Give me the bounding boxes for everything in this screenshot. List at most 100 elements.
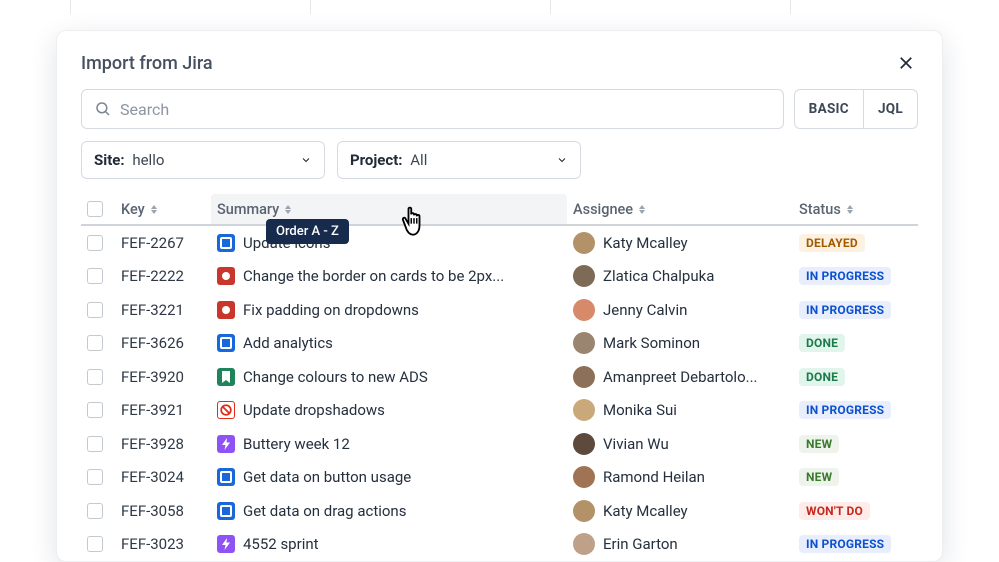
select-all-checkbox[interactable] — [87, 201, 103, 217]
site-value: hello — [132, 151, 164, 169]
avatar — [573, 332, 595, 354]
column-key[interactable]: Key — [115, 194, 211, 224]
avatar — [573, 533, 595, 555]
issue-key[interactable]: FEF-2222 — [115, 267, 211, 285]
assignee-name[interactable]: Monika Sui — [603, 401, 677, 419]
issue-summary[interactable]: Change the border on cards to be 2px... — [243, 267, 504, 285]
issue-type-icon — [217, 468, 235, 486]
avatar — [573, 466, 595, 488]
assignee-name[interactable]: Mark Sominon — [603, 334, 700, 352]
status-badge[interactable]: IN PROGRESS — [799, 267, 891, 285]
row-checkbox[interactable] — [87, 369, 103, 385]
search-icon — [94, 100, 112, 118]
column-status[interactable]: Status — [793, 194, 918, 224]
row-checkbox[interactable] — [87, 536, 103, 552]
avatar — [573, 299, 595, 321]
assignee-name[interactable]: Jenny Calvin — [603, 301, 687, 319]
search-input[interactable]: Search — [81, 89, 784, 129]
query-mode-toggle: BASIC JQL — [794, 89, 918, 129]
issue-key[interactable]: FEF-3626 — [115, 334, 211, 352]
status-badge[interactable]: NEW — [799, 435, 839, 453]
modal-title: Import from Jira — [81, 53, 213, 74]
table-row: FEF-2267Update iconsKaty McalleyDELAYED — [81, 226, 918, 260]
toggle-basic[interactable]: BASIC — [795, 90, 863, 128]
avatar — [573, 232, 595, 254]
sort-tooltip: Order A - Z — [266, 219, 349, 244]
table-row: FEF-3921 Update dropshadows Monika Sui IN P… — [81, 394, 918, 428]
table-header: Key Summary Assignee Status — [81, 194, 918, 226]
issue-type-icon — [217, 535, 235, 553]
column-checkbox[interactable] — [81, 194, 115, 224]
issue-summary[interactable]: Get data on drag actions — [243, 502, 406, 520]
row-checkbox[interactable] — [87, 402, 103, 418]
issue-key[interactable]: FEF-3921 — [115, 401, 211, 419]
issue-key[interactable]: FEF-3928 — [115, 435, 211, 453]
status-badge[interactable]: NEW — [799, 468, 839, 486]
issue-key[interactable]: FEF-3024 — [115, 468, 211, 486]
status-badge[interactable]: IN PROGRESS — [799, 401, 891, 419]
status-badge[interactable]: IN PROGRESS — [799, 535, 891, 553]
close-icon — [897, 54, 915, 72]
chevron-down-icon — [300, 154, 312, 166]
table-row: FEF-3928 Buttery week 12 Vivian Wu NEW — [81, 427, 918, 461]
issue-type-icon — [217, 435, 235, 453]
issue-key[interactable]: FEF-2267 — [115, 234, 211, 252]
status-badge[interactable]: DONE — [799, 334, 845, 352]
issue-key[interactable]: FEF-3023 — [115, 535, 211, 553]
table-row: FEF-3023 4552 sprint Erin Garton IN PROGRES… — [81, 528, 918, 562]
row-checkbox[interactable] — [87, 268, 103, 284]
issue-type-icon — [217, 301, 235, 319]
sort-icon — [151, 205, 157, 214]
assignee-name[interactable]: Vivian Wu — [603, 435, 669, 453]
issue-type-icon — [217, 267, 235, 285]
row-checkbox[interactable] — [87, 302, 103, 318]
row-checkbox[interactable] — [87, 235, 103, 251]
issue-key[interactable]: FEF-3920 — [115, 368, 211, 386]
issues-table: Key Summary Assignee Status FEF-2267 Upda… — [81, 193, 918, 561]
issue-type-icon — [217, 368, 235, 386]
issue-summary[interactable]: Fix padding on dropdowns — [243, 301, 419, 319]
assignee-name[interactable]: Katy Mcalley — [603, 234, 688, 252]
project-value: All — [410, 151, 427, 169]
close-button[interactable] — [894, 51, 918, 75]
assignee-name[interactable]: Katy Mcalley — [603, 502, 688, 520]
issue-key[interactable]: FEF-3058 — [115, 502, 211, 520]
row-checkbox[interactable] — [87, 436, 103, 452]
cursor-pointer-icon — [395, 198, 433, 242]
assignee-name[interactable]: Erin Garton — [603, 535, 678, 553]
import-modal: Import from Jira Search BASIC JQL Site: … — [56, 30, 943, 562]
table-row: FEF-3626 Add analytics Mark Sominon DONE — [81, 327, 918, 361]
sort-icon — [285, 205, 291, 214]
chevron-down-icon — [556, 154, 568, 166]
sort-icon — [847, 205, 853, 214]
issue-type-icon — [217, 502, 235, 520]
project-label: Project: — [350, 151, 403, 169]
row-checkbox[interactable] — [87, 469, 103, 485]
issue-summary[interactable]: Add analytics — [243, 334, 333, 352]
status-badge[interactable]: DONE — [799, 368, 845, 386]
project-select[interactable]: Project: All — [337, 141, 581, 179]
table-row: FEF-3024 Get data on button usage Ramond H… — [81, 461, 918, 495]
issue-summary[interactable]: Change colours to new ADS — [243, 368, 428, 386]
column-summary[interactable]: Summary — [211, 194, 567, 224]
avatar — [573, 433, 595, 455]
status-badge[interactable]: IN PROGRESS — [799, 301, 891, 319]
status-badge[interactable]: WON'T DO — [799, 502, 870, 520]
assignee-name[interactable]: Amanpreet Debartolo... — [603, 368, 758, 386]
issue-summary[interactable]: Buttery week 12 — [243, 435, 350, 453]
issue-key[interactable]: FEF-3221 — [115, 301, 211, 319]
avatar — [573, 366, 595, 388]
row-checkbox[interactable] — [87, 503, 103, 519]
site-select[interactable]: Site: hello — [81, 141, 325, 179]
issue-summary[interactable]: Update dropshadows — [243, 401, 385, 419]
table-row: FEF-3920 Change colours to new ADS Amanpre… — [81, 360, 918, 394]
assignee-name[interactable]: Ramond Heilan — [603, 468, 705, 486]
toggle-jql[interactable]: JQL — [863, 90, 917, 128]
issue-summary[interactable]: 4552 sprint — [243, 535, 319, 553]
issue-type-icon — [217, 334, 235, 352]
assignee-name[interactable]: Zlatica Chalpuka — [603, 267, 714, 285]
status-badge[interactable]: DELAYED — [799, 234, 865, 252]
column-assignee[interactable]: Assignee — [567, 194, 793, 224]
row-checkbox[interactable] — [87, 335, 103, 351]
issue-summary[interactable]: Get data on button usage — [243, 468, 411, 486]
